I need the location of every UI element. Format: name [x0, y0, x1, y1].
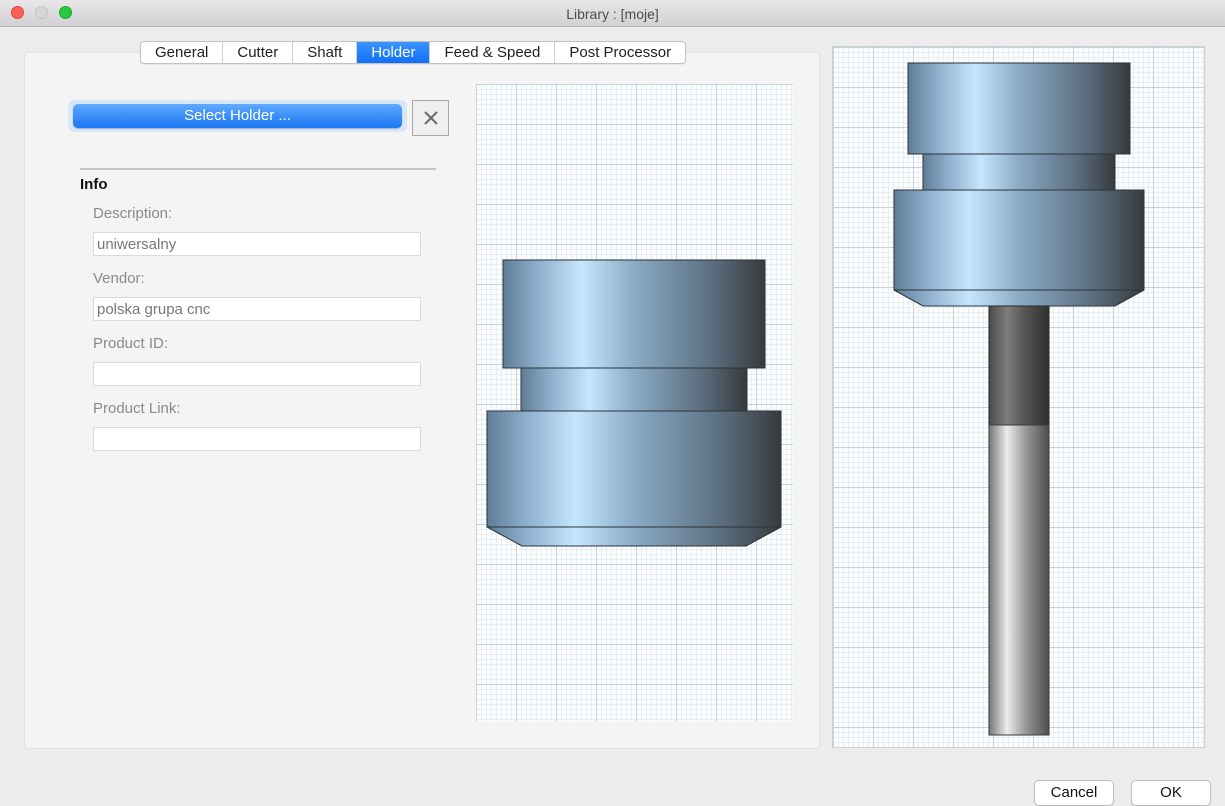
description-label: Description:	[93, 205, 173, 222]
title-bar[interactable]: Library : [moje]	[0, 0, 1225, 27]
holder-preview-view[interactable]	[476, 84, 793, 722]
close-icon	[423, 111, 438, 125]
tab-bar: General Cutter Shaft Holder Feed & Speed…	[140, 41, 687, 64]
clear-holder-button[interactable]	[412, 100, 449, 136]
window-title: Library : [moje]	[566, 6, 659, 22]
tab-cutter[interactable]: Cutter	[223, 42, 294, 63]
tab-holder[interactable]: Holder	[357, 42, 431, 63]
tab-feed-speed[interactable]: Feed & Speed	[430, 42, 556, 63]
info-separator	[80, 168, 436, 170]
product-link-label: Product Link:	[93, 400, 181, 417]
product-id-label: Product ID:	[93, 335, 169, 352]
vendor-label: Vendor:	[93, 270, 145, 287]
info-heading: Info	[80, 176, 108, 193]
ok-button[interactable]: OK	[1131, 780, 1211, 806]
select-holder-button[interactable]: Select Holder ...	[73, 104, 402, 128]
holder-model-image	[486, 259, 782, 547]
assembly-model-image	[893, 62, 1145, 736]
library-window: Library : [moje] General Cutter Shaft Ho…	[0, 0, 1225, 806]
cancel-button[interactable]: Cancel	[1034, 780, 1114, 806]
assembly-preview-view[interactable]	[832, 46, 1205, 748]
tab-shaft[interactable]: Shaft	[293, 42, 358, 63]
product-link-field[interactable]	[93, 427, 421, 451]
description-field[interactable]	[93, 232, 421, 256]
vendor-field[interactable]	[93, 297, 421, 321]
tab-post-processor[interactable]: Post Processor	[555, 42, 685, 63]
product-id-field[interactable]	[93, 362, 421, 386]
tab-general[interactable]: General	[141, 42, 224, 63]
